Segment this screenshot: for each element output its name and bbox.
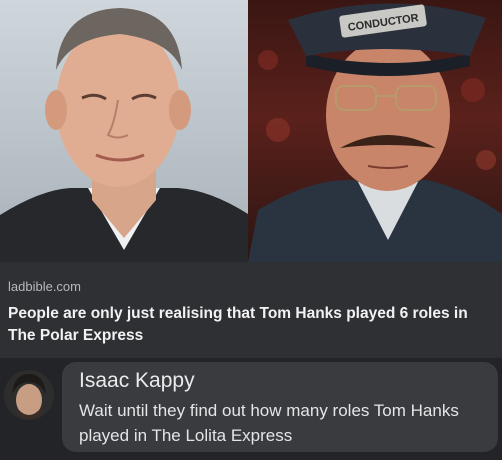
avatar[interactable]: [4, 370, 54, 420]
comment-bubble: Isaac Kappy Wait until they find out how…: [62, 362, 498, 452]
comment-text: Wait until they find out how many roles …: [79, 401, 459, 445]
comment-author[interactable]: Isaac Kappy: [79, 369, 195, 393]
comment: Isaac Kappy Wait until they find out how…: [0, 358, 502, 460]
article-headline[interactable]: People are only just realising that Tom …: [8, 303, 488, 347]
article-source[interactable]: ladbible.com: [8, 279, 81, 294]
actor-photo: [0, 0, 248, 262]
article-preview[interactable]: ladbible.com People are only just realis…: [0, 262, 502, 358]
conductor-photo: CONDUCTOR: [248, 0, 502, 262]
photo-collage: CONDUCTOR: [0, 0, 502, 262]
